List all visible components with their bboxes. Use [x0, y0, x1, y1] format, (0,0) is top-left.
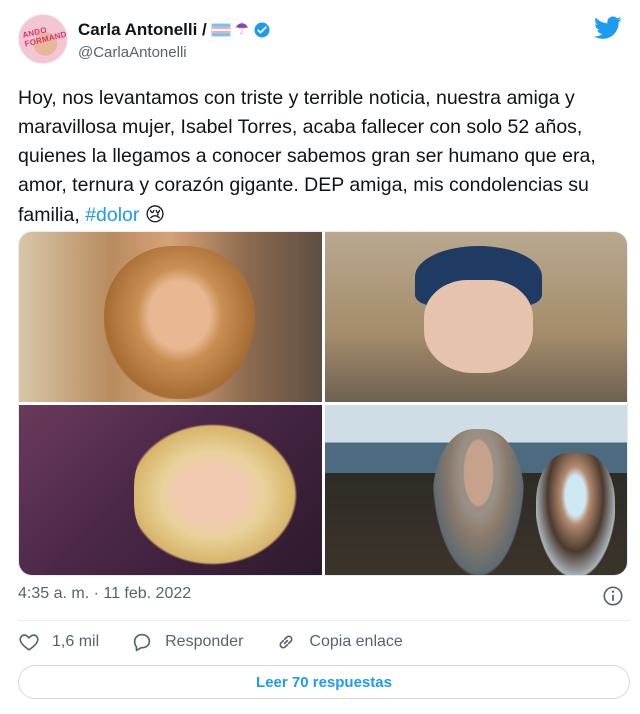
author-handle[interactable]: @CarlaAntonelli — [78, 44, 187, 61]
speech-bubble-icon — [133, 633, 151, 652]
tweet-text: Hoy, nos levantamos con triste y terribl… — [18, 84, 624, 230]
avatar[interactable]: ANDO FORMANDO — [18, 14, 68, 64]
umbrella-icon: ☂ — [234, 21, 250, 38]
timestamp-row: 4:35 a. m. · 11 feb. 2022 — [18, 585, 630, 609]
reply-label: Responder — [165, 633, 244, 650]
tweet-header: ANDO FORMANDO Carla Antonelli / ☂ @Carla… — [18, 12, 622, 68]
read-replies-label: Leer 70 respuestas — [256, 673, 392, 691]
name-row: Carla Antonelli / ☂ — [78, 20, 271, 40]
avatar-text: ANDO FORMANDO — [21, 25, 68, 49]
photo-selfie-coast[interactable] — [324, 405, 627, 575]
info-icon[interactable] — [602, 585, 624, 607]
tweet-timestamp[interactable]: 4:35 a. m. · 11 feb. 2022 — [18, 585, 191, 602]
like-count: 1,6 mil — [52, 633, 100, 650]
like-button[interactable]: 1,6 mil — [18, 631, 99, 653]
verified-icon — [254, 22, 270, 38]
divider — [18, 620, 630, 621]
photo-woman-curly-hair[interactable] — [19, 232, 322, 402]
twitter-bird-icon[interactable] — [594, 16, 622, 40]
hashtag-link[interactable]: #dolor — [85, 204, 139, 226]
link-icon — [279, 635, 293, 649]
action-bar: 1,6 mil Responder Copia enlace — [18, 628, 435, 656]
media-grid — [18, 231, 628, 576]
transgender-flag-icon — [210, 23, 231, 37]
display-name[interactable]: Carla Antonelli / — [78, 20, 207, 40]
crying-face-emoji: 😢 — [144, 203, 166, 226]
heart-icon — [19, 634, 39, 651]
reply-button[interactable]: Responder — [131, 631, 243, 653]
photo-woman-blonde-night[interactable] — [19, 405, 322, 575]
photo-woman-headscarf[interactable] — [324, 232, 627, 402]
copy-link-button[interactable]: Copia enlace — [275, 631, 403, 653]
read-replies-button[interactable]: Leer 70 respuestas — [18, 665, 630, 699]
copy-link-label: Copia enlace — [309, 633, 403, 650]
